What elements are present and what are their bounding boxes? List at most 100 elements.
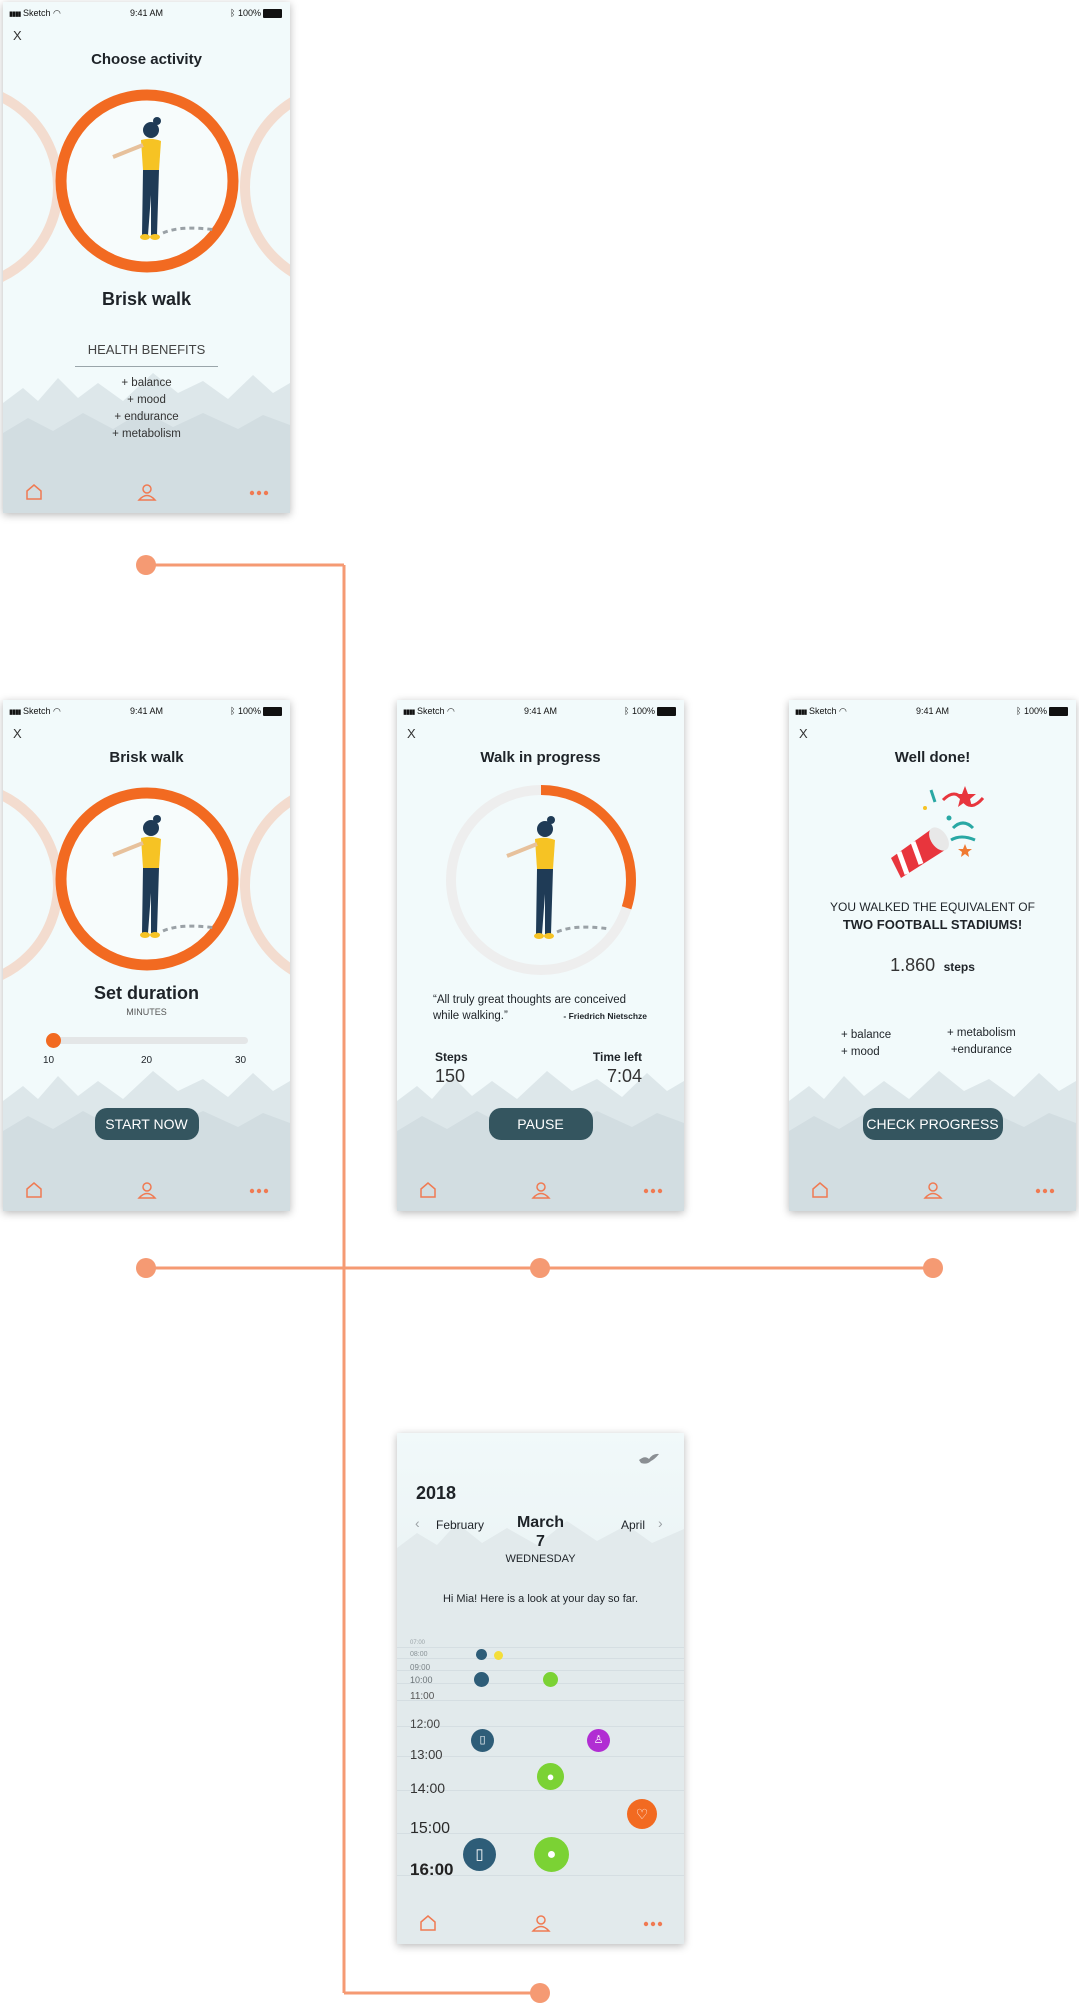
activity-ring — [55, 787, 239, 971]
next-activity-ring[interactable] — [240, 82, 290, 292]
time-label: 13:00 — [410, 1747, 443, 1762]
greeting: Hi Mia! Here is a look at your day so fa… — [442, 1593, 639, 1605]
battery-label: 100% — [237, 706, 261, 716]
time-label: 10:00 — [410, 1675, 433, 1685]
bottom-nav — [3, 473, 290, 513]
screen-well-done: ▮▮▮▮ Sketch ◠ 9:41 AM ᛒ 100% X Well done… — [789, 700, 1076, 1211]
more-icon[interactable] — [248, 1181, 270, 1199]
screen-set-duration: ▮▮▮▮ Sketch ◠ 9:41 AM ᛒ 100% X Brisk wal… — [3, 700, 290, 1211]
close-button[interactable]: X — [13, 28, 22, 43]
time-label: 08:00 — [410, 1651, 428, 1658]
check-progress-button[interactable]: CHECK PROGRESS — [862, 1108, 1003, 1140]
fitness-event-icon[interactable]: ♙ — [587, 1729, 610, 1752]
close-button[interactable]: X — [407, 726, 416, 741]
battery-icon — [263, 9, 282, 19]
equivalent-line1: YOU WALKED THE EQUIVALENT OF — [830, 900, 1035, 914]
home-icon[interactable] — [419, 1181, 437, 1199]
battery-icon — [657, 707, 676, 717]
status-bar: ▮▮▮▮ Sketch ◠ 9:41 AM ᛒ 100% — [3, 2, 290, 22]
bluetooth-icon: ᛒ — [624, 706, 630, 716]
day-timeline: 07:00 08:00 09:00 10:00 11:00 12:00 13:0… — [397, 1640, 684, 1903]
steps-value: 150 — [435, 1066, 466, 1086]
bottom-nav — [397, 1171, 684, 1211]
total-steps: 1.860 — [890, 955, 936, 975]
slider-tick: 30 — [235, 1055, 247, 1066]
next-month-label[interactable]: April — [621, 1518, 645, 1532]
current-weekday: WEDNESDAY — [505, 1553, 576, 1565]
bluetooth-icon: ᛒ — [230, 8, 236, 18]
sun-event-icon[interactable] — [494, 1651, 503, 1660]
benefit-item: +endurance — [950, 1044, 1012, 1056]
bluetooth-icon: ᛒ — [230, 706, 236, 716]
time-label: 16:00 — [410, 1860, 454, 1879]
duration-unit: MINUTES — [126, 1007, 167, 1017]
heart-rate-event-icon[interactable]: ♡ — [627, 1799, 657, 1829]
steps-unit: steps — [943, 960, 975, 974]
home-icon[interactable] — [419, 1914, 437, 1932]
battery-icon — [263, 707, 282, 717]
next-month-chevron-icon[interactable]: › — [658, 1515, 663, 1531]
home-icon[interactable] — [25, 483, 43, 501]
time-label: 14:00 — [410, 1780, 446, 1796]
profile-icon[interactable] — [137, 483, 157, 501]
profile-icon[interactable] — [531, 1914, 551, 1932]
next-activity-ring[interactable] — [240, 780, 290, 990]
close-button[interactable]: X — [13, 726, 22, 741]
benefit-item: + endurance — [114, 411, 179, 423]
time-label: 12:00 — [410, 1717, 441, 1731]
profile-icon[interactable] — [137, 1181, 157, 1199]
water-event-icon[interactable] — [474, 1672, 489, 1687]
benefits-heading: HEALTH BENEFITS — [87, 342, 206, 357]
profile-icon[interactable] — [923, 1181, 943, 1199]
slider-tick: 10 — [43, 1055, 55, 1066]
more-icon[interactable] — [642, 1914, 664, 1932]
time-label: 11:00 — [410, 1691, 435, 1702]
time-label: 09:00 — [410, 1663, 431, 1672]
activity-ring[interactable] — [51, 85, 243, 277]
slider-tick: 20 — [141, 1055, 153, 1066]
time-label: 15:00 — [410, 1820, 451, 1837]
apple-event-icon[interactable] — [543, 1672, 558, 1687]
status-bar: ▮▮▮▮ Sketch ◠ 9:41 AM ᛒ 100% — [397, 700, 684, 720]
time-left-label: Time left — [592, 1050, 642, 1064]
water-event-icon[interactable]: ▯ — [471, 1729, 494, 1752]
benefit-item: + balance — [121, 377, 172, 389]
page-title: Brisk walk — [109, 749, 184, 766]
bird-icon — [639, 1453, 659, 1464]
bottom-nav — [789, 1171, 1076, 1211]
status-bar: ▮▮▮▮ Sketch ◠ 9:41 AM ᛒ 100% — [3, 700, 290, 720]
start-now-button[interactable]: START NOW — [94, 1108, 199, 1140]
profile-icon[interactable] — [531, 1181, 551, 1199]
screen-walk-in-progress: ▮▮▮▮ Sketch ◠ 9:41 AM ᛒ 100% X Walk in p… — [397, 700, 684, 1211]
walking-woman-icon — [506, 816, 611, 939]
pause-button[interactable]: PAUSE — [488, 1108, 593, 1140]
battery-label: 100% — [1023, 706, 1047, 716]
benefit-item: + metabolism — [112, 428, 181, 440]
more-icon[interactable] — [1034, 1181, 1056, 1199]
page-title: Walk in progress — [480, 749, 601, 766]
home-icon[interactable] — [811, 1181, 829, 1199]
status-bar: ▮▮▮▮ Sketch ◠ 9:41 AM ᛒ 100% — [789, 700, 1076, 720]
apple-event-icon[interactable]: ● — [537, 1763, 564, 1790]
party-popper-icon — [891, 786, 985, 878]
benefit-item: + mood — [841, 1046, 880, 1058]
page-title: Well done! — [894, 749, 971, 766]
battery-label: 100% — [631, 706, 655, 716]
battery-icon — [1049, 707, 1068, 717]
more-icon[interactable] — [642, 1181, 664, 1199]
duration-slider[interactable] — [53, 1037, 248, 1044]
water-event-icon[interactable] — [476, 1649, 487, 1660]
home-icon[interactable] — [25, 1181, 43, 1199]
screen-day-overview: 2018 ‹ February March 7 WEDNESDAY April … — [397, 1433, 684, 1944]
year-label: 2018 — [416, 1483, 457, 1503]
benefit-item: + metabolism — [947, 1027, 1016, 1039]
benefit-item: + balance — [841, 1029, 892, 1041]
water-event-icon[interactable]: ▯ — [463, 1838, 496, 1871]
duration-heading: Set duration — [93, 983, 199, 1003]
bluetooth-icon: ᛒ — [1016, 706, 1022, 716]
slider-thumb[interactable] — [46, 1033, 61, 1048]
more-icon[interactable] — [248, 483, 270, 501]
close-button[interactable]: X — [799, 726, 808, 741]
apple-event-icon[interactable]: ● — [534, 1837, 569, 1872]
divider — [75, 366, 218, 367]
